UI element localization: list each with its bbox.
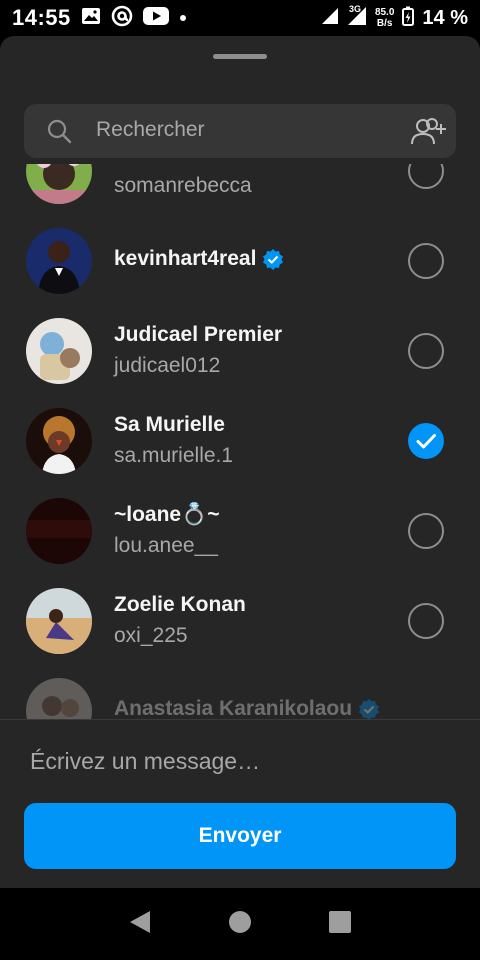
- sheet-drag-handle[interactable]: [213, 54, 267, 59]
- back-icon[interactable]: [128, 909, 152, 940]
- search-bar[interactable]: Rechercher: [24, 104, 456, 158]
- contact-names: Anastasia Karanikolaou: [114, 694, 380, 720]
- send-button[interactable]: Envoyer: [24, 803, 456, 869]
- verified-badge-icon: [262, 248, 284, 270]
- youtube-icon: [142, 6, 169, 30]
- wifi-signal-icon: [321, 7, 339, 30]
- share-sheet: Rechercher somanrebecca kevinhart4real J…: [0, 36, 480, 888]
- avatar: [26, 228, 92, 294]
- select-radio-checked[interactable]: [408, 423, 444, 459]
- contact-username: sa.murielle.1: [114, 444, 234, 467]
- status-time: 14:55: [12, 5, 71, 30]
- contact-display-name: [114, 164, 252, 170]
- contact-names: Zoelie Konan oxi_225: [114, 590, 246, 648]
- avatar: [26, 498, 92, 564]
- contact-row[interactable]: Anastasia Karanikolaou: [0, 666, 480, 720]
- contact-row[interactable]: Sa Murielle sa.murielle.1: [0, 396, 480, 486]
- battery-level: 14 %: [422, 6, 468, 29]
- contact-names: Sa Murielle sa.murielle.1: [114, 410, 233, 468]
- add-people-icon[interactable]: [410, 116, 448, 151]
- select-radio[interactable]: [408, 243, 444, 279]
- avatar: [26, 588, 92, 654]
- contact-username: lou.anee__: [114, 534, 218, 557]
- contact-names: kevinhart4real: [114, 244, 284, 274]
- contact-names: Judicael Premier judicael012: [114, 320, 282, 378]
- network-type-label: 3G: [348, 3, 361, 14]
- contact-username: oxi_225: [114, 624, 188, 647]
- contact-display-name: Anastasia Karanikolaou: [114, 694, 380, 720]
- select-radio[interactable]: [408, 603, 444, 639]
- contact-username: somanrebecca: [114, 174, 252, 197]
- contact-names: ~loane💍~ lou.anee__: [114, 500, 220, 558]
- checkmark-icon: [416, 434, 436, 449]
- avatar: [26, 678, 92, 720]
- at-sign-icon: [111, 5, 133, 32]
- verified-badge-icon: [358, 698, 380, 720]
- composer-divider: [0, 719, 480, 720]
- system-nav-bar: [0, 888, 480, 960]
- cell-signal-icon: 3G: [347, 3, 367, 31]
- contact-row[interactable]: ~loane💍~ lou.anee__: [0, 486, 480, 576]
- search-input[interactable]: Rechercher: [96, 118, 205, 142]
- speed-unit: B/s: [376, 18, 393, 29]
- contact-username: judicael012: [114, 354, 221, 377]
- contact-display-name: Judicael Premier: [114, 323, 283, 346]
- recents-icon[interactable]: [328, 910, 352, 939]
- contact-names: somanrebecca: [114, 164, 252, 198]
- contact-display-name: Sa Murielle: [114, 413, 225, 436]
- home-icon[interactable]: [228, 910, 252, 939]
- gallery-icon: [81, 7, 101, 30]
- contact-row[interactable]: somanrebecca: [0, 164, 480, 216]
- search-icon: [46, 118, 72, 149]
- battery-icon: [402, 6, 415, 31]
- notification-dot-icon: [179, 9, 187, 27]
- contact-row[interactable]: kevinhart4real: [0, 216, 480, 306]
- network-speed: 85.0 B/s: [375, 7, 394, 29]
- avatar: [26, 164, 92, 204]
- message-input[interactable]: Écrivez un message…: [30, 748, 260, 775]
- speed-value: 85.0: [374, 7, 395, 18]
- contact-list[interactable]: somanrebecca kevinhart4real Judicael Pre…: [0, 164, 480, 720]
- select-radio[interactable]: [408, 513, 444, 549]
- avatar: [26, 318, 92, 384]
- contact-display-name-text: Anastasia Karanikolaou: [114, 697, 353, 720]
- contact-display-name: ~loane💍~: [114, 503, 220, 526]
- contact-row[interactable]: Judicael Premier judicael012: [0, 306, 480, 396]
- contact-display-name-text: kevinhart4real: [114, 247, 257, 270]
- contact-display-name: kevinhart4real: [114, 244, 284, 274]
- select-radio[interactable]: [408, 164, 444, 189]
- contact-display-name: Zoelie Konan: [114, 593, 246, 616]
- avatar: [26, 408, 92, 474]
- select-radio[interactable]: [408, 333, 444, 369]
- contact-row[interactable]: Zoelie Konan oxi_225: [0, 576, 480, 666]
- status-bar: 14:55 3G 85.0 B/s 14 %: [0, 0, 480, 36]
